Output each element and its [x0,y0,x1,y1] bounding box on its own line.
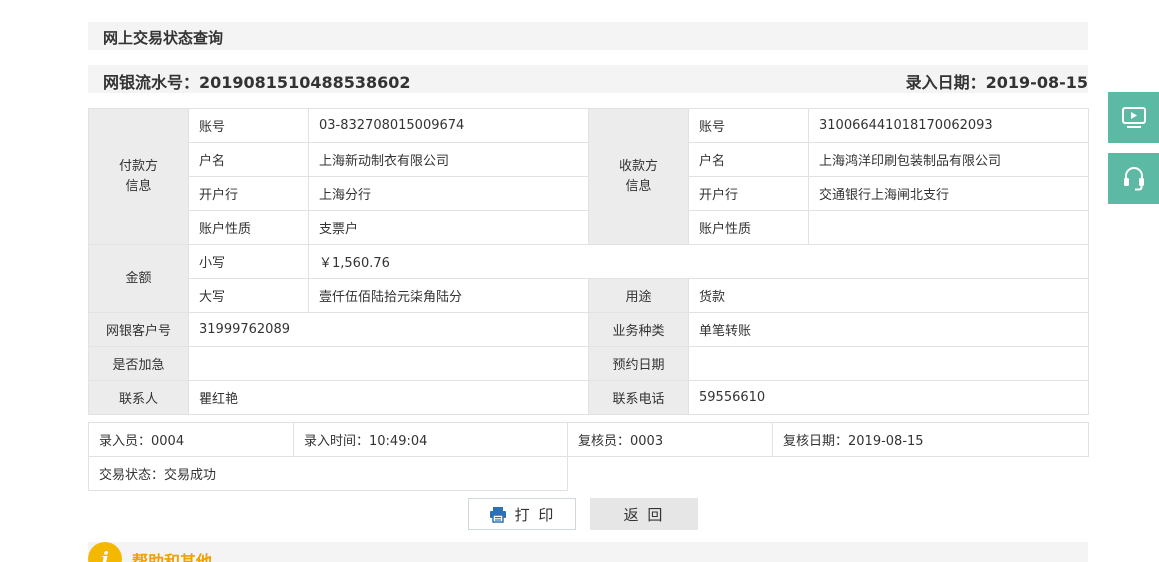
serial-number: 网银流水号：2019081510488538602 [103,73,411,92]
headset-icon [1123,166,1144,190]
phone-label: 联系电话 [588,380,689,415]
payer-type-label: 账户性质 [188,210,309,245]
payee-type-label: 账户性质 [688,210,809,245]
payer-bank: 上海分行 [308,176,589,211]
amount-lower-label: 小写 [188,244,309,279]
entry-date: 录入日期：2019-08-15 [905,73,1088,92]
payer-account: 03-832708015009674 [308,108,589,143]
table-row: 付款方 信息 账号 03-832708015009674 收款方 信息 账号 3… [88,108,1089,245]
payee-account-label: 账号 [688,108,809,143]
biz-type-label: 业务种类 [588,312,689,347]
payer-name: 上海新动制衣有限公司 [308,142,589,177]
serial-bar: 网银流水号：2019081510488538602 录入日期：2019-08-1… [88,65,1088,93]
payee-type [808,210,1089,245]
payer-type: 支票户 [308,210,589,245]
table-row: 联系人 瞿红艳 联系电话 59556610 [88,380,1089,415]
info-icon: i [88,542,122,562]
page-title: 网上交易状态查询 [103,29,224,47]
table-row: 录入员：0004 录入时间：10:49:04 复核员：0003 复核日期：201… [88,422,1089,457]
video-tutorial-button[interactable] [1108,92,1159,143]
transaction-detail-table: 付款方 信息 账号 03-832708015009674 收款方 信息 账号 3… [88,108,1089,415]
print-button-label: 打 印 [514,505,556,524]
payee-heading: 收款方 信息 [588,108,689,245]
purpose-label: 用途 [588,278,689,313]
purpose: 货款 [688,278,1089,313]
amount-upper-label: 大写 [188,278,309,313]
reviewer: 复核员：0003 [567,422,773,457]
scheduled-date [688,346,1089,381]
payer-heading: 付款方 信息 [88,108,189,245]
amount-lower: ￥1,560.76 [308,244,1089,279]
client-no: 31999762089 [188,312,589,347]
payee-bank: 交通银行上海闸北支行 [808,176,1089,211]
scheduled-date-label: 预约日期 [588,346,689,381]
payer-account-label: 账号 [188,108,309,143]
payee-name: 上海鸿洋印刷包装制品有限公司 [808,142,1089,177]
contact-label: 联系人 [88,380,189,415]
amount-heading: 金额 [88,244,189,313]
urgent-label: 是否加急 [88,346,189,381]
back-button[interactable]: 返 回 [590,498,698,530]
video-play-icon [1121,106,1146,128]
entry-operator: 录入员：0004 [88,422,294,457]
transaction-status: 交易状态：交易成功 [88,456,568,491]
review-date: 复核日期：2019-08-15 [772,422,1089,457]
urgent [188,346,589,381]
phone: 59556610 [688,380,1089,415]
empty-cell [567,456,1089,491]
client-no-label: 网银客户号 [88,312,189,347]
payee-bank-label: 开户行 [688,176,809,211]
payee-account: 31006644101817006209​3 [808,108,1089,143]
table-row: 大写 壹仟伍佰陆拾元柒角陆分 用途 货款 [89,278,1089,313]
print-button[interactable]: 打 印 [468,498,576,530]
payer-bank-label: 开户行 [188,176,309,211]
payer-name-label: 户名 [188,142,309,177]
contact: 瞿红艳 [188,380,589,415]
help-title: 帮助和其他 [132,552,213,562]
printer-icon [489,506,506,523]
page-title-bar: 网上交易状态查询 [88,22,1088,50]
audit-table: 录入员：0004 录入时间：10:49:04 复核员：0003 复核日期：201… [88,422,1089,491]
table-row: 交易状态：交易成功 [88,456,1089,491]
customer-service-button[interactable] [1108,153,1159,204]
table-row: 金额 小写 ￥1,560.76 [88,244,1089,313]
payee-name-label: 户名 [688,142,809,177]
biz-type: 单笔转账 [688,312,1089,347]
table-row: 网银客户号 31999762089 业务种类 单笔转账 [88,312,1089,347]
amount-upper: 壹仟伍佰陆拾元柒角陆分 [308,278,589,313]
back-button-label: 返 回 [623,505,665,524]
table-row: 是否加急 预约日期 [88,346,1089,381]
entry-time: 录入时间：10:49:04 [293,422,568,457]
help-section: i 帮助和其他 [88,542,1088,562]
